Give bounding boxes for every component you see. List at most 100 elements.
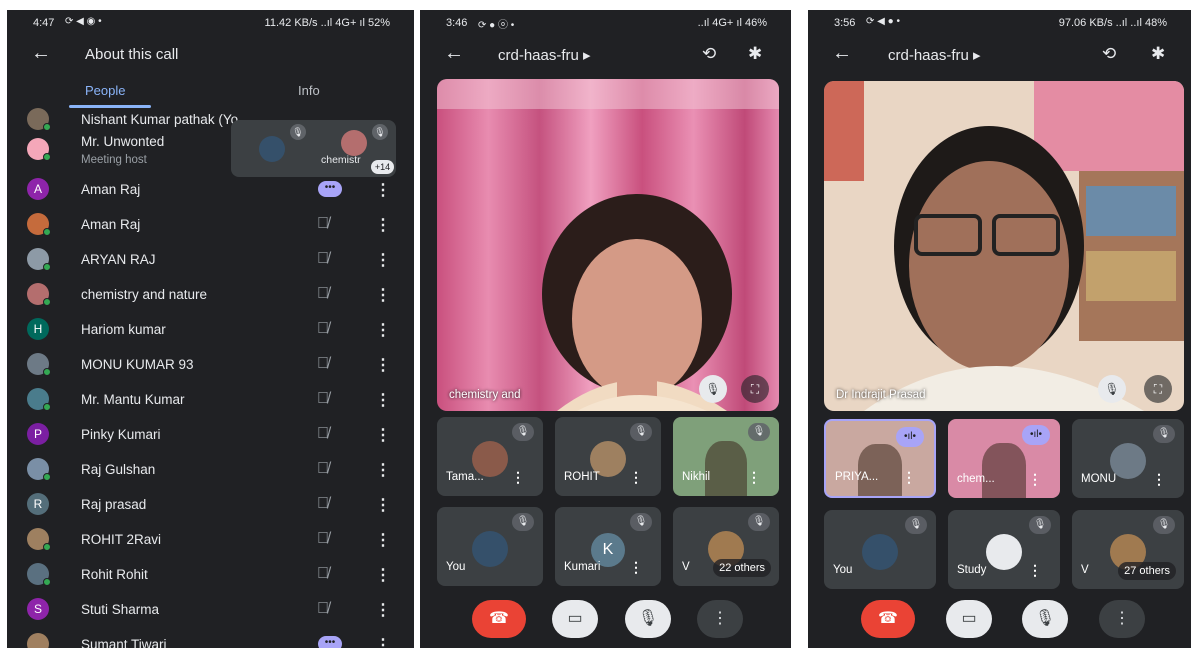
more-options-icon[interactable]: ⋮ bbox=[375, 460, 391, 480]
mic-off-icon: 🎙 bbox=[748, 513, 770, 531]
mic-off-icon: 🎙̸ bbox=[317, 250, 329, 267]
end-call-button[interactable]: ☎ bbox=[861, 600, 915, 638]
avatar bbox=[27, 138, 51, 161]
more-options-icon[interactable]: ⋮ bbox=[375, 355, 391, 375]
call-controls: ☎ ▭ 🎙 ⋮ bbox=[420, 590, 791, 648]
more-options-icon[interactable]: ⋮ bbox=[1028, 562, 1042, 579]
participant-tile[interactable]: 🎙 V 22 others bbox=[673, 507, 779, 586]
mic-off-icon: 🎙̸ bbox=[317, 285, 329, 302]
participant-tile[interactable]: 🎙 Study ⋮ bbox=[948, 510, 1060, 589]
main-video-tile[interactable]: chemistry and 🎙 ⛶ bbox=[437, 79, 779, 411]
status-right: 11.42 KB/s ..ıl 4G+ ıl 52% bbox=[264, 17, 390, 29]
switch-camera-icon[interactable]: ⟲ bbox=[702, 44, 716, 64]
fullscreen-icon[interactable]: ⛶ bbox=[741, 375, 769, 403]
camera-off-button[interactable]: ▭ bbox=[552, 600, 598, 638]
back-arrow-icon[interactable]: ← bbox=[832, 42, 852, 65]
mic-off-button[interactable]: 🎙 bbox=[1022, 600, 1068, 638]
participant-row[interactable]: ARYAN RAJ 🎙̸ ⋮ bbox=[7, 242, 414, 277]
more-options-icon[interactable]: ⋮ bbox=[1152, 471, 1166, 488]
more-options-button[interactable]: ⋮ bbox=[1099, 600, 1145, 638]
tab-people[interactable]: People bbox=[85, 83, 125, 98]
more-options-icon[interactable]: ⋮ bbox=[629, 559, 643, 576]
people-list[interactable]: Nishant Kumar pathak (Yo... Mr. Unwonted M… bbox=[7, 106, 414, 648]
participant-tile[interactable]: •ıl• chem... ⋮ bbox=[948, 419, 1060, 498]
more-options-icon[interactable]: ⋮ bbox=[629, 469, 643, 486]
participant-name: V bbox=[682, 561, 690, 573]
participant-row[interactable]: R Raj prasad 🎙̸ ⋮ bbox=[7, 487, 414, 522]
participant-row[interactable]: Raj Gulshan 🎙̸ ⋮ bbox=[7, 452, 414, 487]
meeting-code[interactable]: crd-haas-fru ▸ bbox=[498, 46, 591, 64]
participant-row[interactable]: MONU KUMAR 93 🎙̸ ⋮ bbox=[7, 347, 414, 382]
more-options-icon[interactable]: ⋮ bbox=[375, 250, 391, 270]
participant-row[interactable]: chemistry and nature 🎙̸ ⋮ bbox=[7, 277, 414, 312]
participant-tile[interactable]: K 🎙 Kumari ⋮ bbox=[555, 507, 661, 586]
participant-name: Aman Raj bbox=[81, 217, 141, 232]
more-options-icon[interactable]: ⋮ bbox=[902, 469, 916, 486]
participant-name: MONU bbox=[1081, 473, 1117, 485]
more-options-icon[interactable]: ⋮ bbox=[747, 469, 761, 486]
participant-video bbox=[824, 81, 1184, 411]
fullscreen-icon[interactable]: ⛶ bbox=[1144, 375, 1172, 403]
online-dot bbox=[43, 403, 51, 411]
back-arrow-icon[interactable]: ← bbox=[444, 42, 464, 65]
more-options-icon[interactable]: ⋮ bbox=[375, 215, 391, 235]
mute-icon: 🎙 bbox=[372, 124, 388, 140]
switch-camera-icon[interactable]: ⟲ bbox=[1102, 44, 1116, 64]
more-options-icon[interactable]: ⋮ bbox=[375, 320, 391, 340]
participant-tile[interactable]: 🎙 V 27 others bbox=[1072, 510, 1184, 589]
participant-row[interactable]: H Hariom kumar 🎙̸ ⋮ bbox=[7, 312, 414, 347]
avatar: R bbox=[27, 493, 49, 515]
main-video-tile[interactable]: Dr Indrajit Prasad 🎙 ⛶ bbox=[824, 81, 1184, 411]
participant-name: ROHIT bbox=[564, 471, 600, 483]
participant-name: Nishant Kumar pathak (Yo... bbox=[81, 112, 250, 127]
more-options-icon[interactable]: ⋮ bbox=[1028, 471, 1042, 488]
avatar: A bbox=[27, 178, 49, 200]
mic-off-icon: 🎙 bbox=[1153, 516, 1175, 534]
participant-name: Raj prasad bbox=[81, 497, 147, 512]
more-options-icon[interactable]: ⋮ bbox=[375, 495, 391, 515]
participant-tile[interactable]: 🎙 Tama... ⋮ bbox=[437, 417, 543, 496]
more-options-icon[interactable]: ⋮ bbox=[375, 425, 391, 445]
end-call-button[interactable]: ☎ bbox=[472, 600, 526, 638]
participant-row[interactable]: Mr. Mantu Kumar 🎙̸ ⋮ bbox=[7, 382, 414, 417]
participant-tile[interactable]: 🎙 You bbox=[437, 507, 543, 586]
camera-off-button[interactable]: ▭ bbox=[946, 600, 992, 638]
participant-tile[interactable]: 🎙 ROHIT ⋮ bbox=[555, 417, 661, 496]
more-options-icon[interactable]: ⋮ bbox=[375, 600, 391, 620]
meeting-code[interactable]: crd-haas-fru ▸ bbox=[888, 46, 981, 64]
participant-row[interactable]: P Pinky Kumari 🎙̸ ⋮ bbox=[7, 417, 414, 452]
avatar bbox=[27, 283, 51, 306]
more-options-icon[interactable]: ⋮ bbox=[375, 390, 391, 410]
mic-off-icon: 🎙 bbox=[1029, 516, 1051, 534]
more-options-icon[interactable]: ⋮ bbox=[375, 530, 391, 550]
participant-name: Raj Gulshan bbox=[81, 462, 156, 477]
mute-icon: 🎙 bbox=[699, 375, 727, 403]
participant-tile[interactable]: •ıl• PRIYA... ⋮ bbox=[824, 419, 936, 498]
participant-row[interactable]: ROHIT 2Ravi 🎙̸ ⋮ bbox=[7, 522, 414, 557]
participant-tile[interactable]: 🎙 Nikhil ⋮ bbox=[673, 417, 779, 496]
more-options-button[interactable]: ⋮ bbox=[697, 600, 743, 638]
status-right: 97.06 KB/s ..ıl ..ıl 48% bbox=[1058, 17, 1167, 29]
participant-row[interactable]: Sumant Tiwari ••• ⋮ bbox=[7, 627, 414, 648]
more-options-icon[interactable]: ⋮ bbox=[511, 469, 525, 486]
participant-row[interactable]: Aman Raj 🎙̸ ⋮ bbox=[7, 207, 414, 242]
bluetooth-icon[interactable]: ✱ bbox=[748, 44, 762, 64]
online-dot bbox=[43, 473, 51, 481]
more-options-icon[interactable]: ⋮ bbox=[375, 285, 391, 305]
participant-tile[interactable]: 🎙 MONU ⋮ bbox=[1072, 419, 1184, 498]
participant-row[interactable]: A Aman Raj ••• ⋮ bbox=[7, 172, 414, 207]
bluetooth-icon[interactable]: ✱ bbox=[1151, 44, 1165, 64]
tab-info[interactable]: Info bbox=[298, 83, 320, 98]
mute-icon: 🎙 bbox=[290, 124, 306, 140]
more-options-icon[interactable]: ⋮ bbox=[375, 565, 391, 585]
participant-row[interactable]: Rohit Rohit 🎙̸ ⋮ bbox=[7, 557, 414, 592]
participant-name: chem... bbox=[957, 473, 995, 485]
avatar bbox=[27, 248, 51, 271]
back-arrow-icon[interactable]: ← bbox=[31, 42, 51, 65]
picture-in-picture[interactable]: 🎙 🎙 chemistr +14 bbox=[231, 120, 396, 177]
participant-tile[interactable]: 🎙 You bbox=[824, 510, 936, 589]
participant-row[interactable]: S Stuti Sharma 🎙̸ ⋮ bbox=[7, 592, 414, 627]
mic-off-button[interactable]: 🎙 bbox=[625, 600, 671, 638]
more-options-icon[interactable]: ⋮ bbox=[375, 180, 391, 200]
more-options-icon[interactable]: ⋮ bbox=[375, 635, 391, 648]
